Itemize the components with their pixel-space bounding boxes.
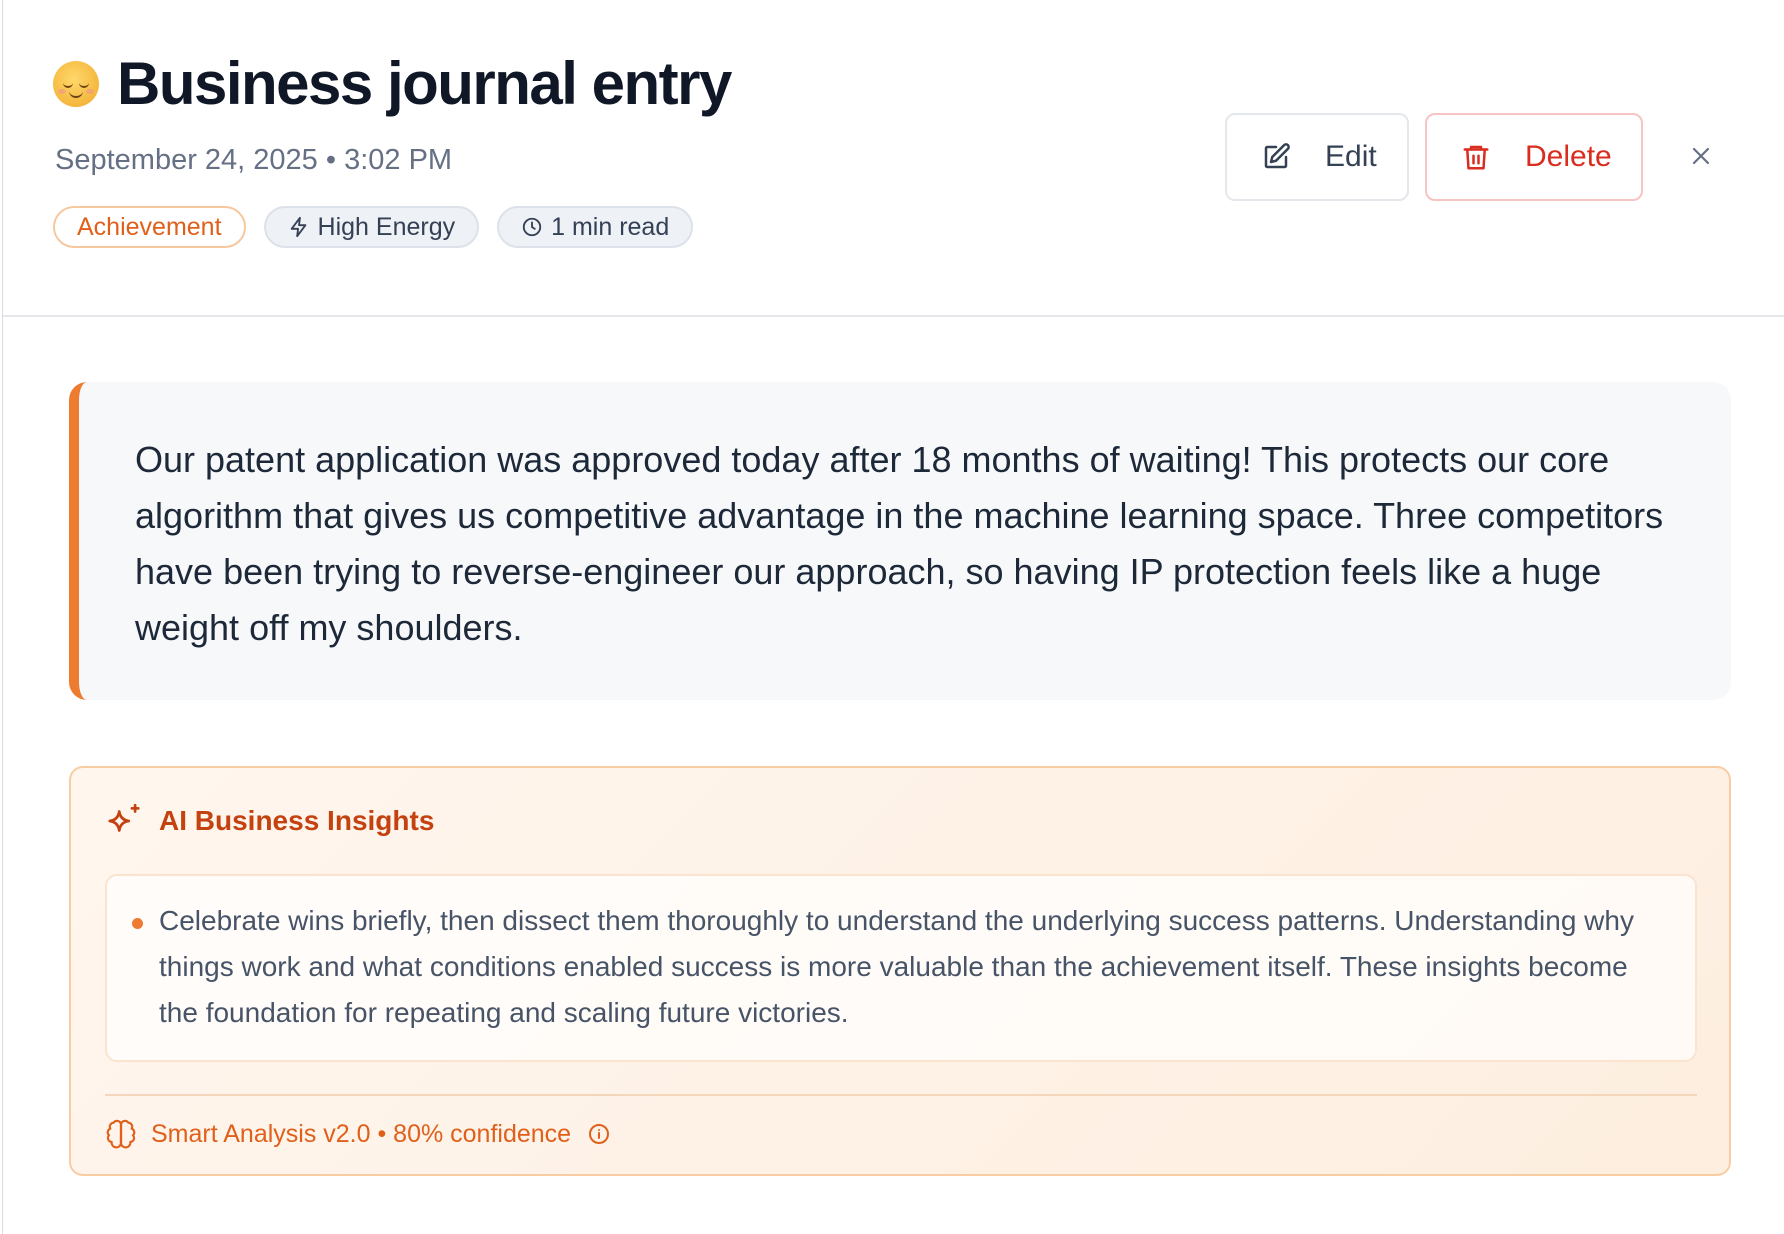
entry-date-time: September 24, 2025 • 3:02 PM bbox=[55, 144, 453, 176]
trash-icon bbox=[1463, 145, 1489, 170]
sparkles-icon bbox=[108, 803, 140, 832]
insights-footer: Smart Analysis v2.0 • 80% confidence bbox=[105, 1118, 611, 1150]
bullet-dot bbox=[132, 918, 143, 929]
lightning-icon bbox=[290, 216, 306, 238]
info-icon[interactable] bbox=[587, 1122, 611, 1146]
insights-header: AI Business Insights bbox=[105, 802, 434, 840]
delete-button[interactable]: Delete bbox=[1425, 113, 1643, 201]
tag-energy: High Energy bbox=[263, 206, 480, 248]
relieved-face-icon bbox=[53, 61, 99, 107]
tag-label: Achievement bbox=[77, 212, 222, 241]
clock-icon bbox=[522, 217, 542, 237]
page-title: Business journal entry bbox=[117, 50, 732, 117]
tag-list: Achievement High Energy 1 min read bbox=[53, 206, 694, 248]
close-button[interactable] bbox=[1683, 138, 1719, 174]
tag-label: High Energy bbox=[317, 212, 456, 241]
title-row: Business journal entry bbox=[53, 48, 732, 120]
tag-achievement: Achievement bbox=[53, 206, 246, 248]
insight-text: Celebrate wins briefly, then dissect the… bbox=[159, 905, 1634, 1028]
modal-header: Business journal entry September 24, 202… bbox=[3, 0, 1784, 317]
entry-body: Our patent application was approved toda… bbox=[69, 382, 1731, 700]
analysis-meta: Smart Analysis v2.0 • 80% confidence bbox=[151, 1119, 572, 1148]
edit-button-label: Edit bbox=[1325, 140, 1377, 173]
brain-icon bbox=[106, 1119, 136, 1149]
close-icon bbox=[1692, 147, 1710, 165]
header-actions: Edit Delete bbox=[1225, 113, 1643, 201]
insights-title: AI Business Insights bbox=[159, 805, 435, 836]
delete-button-label: Delete bbox=[1525, 140, 1612, 173]
ai-insights-panel: AI Business Insights Celebrate wins brie… bbox=[69, 766, 1731, 1176]
tag-label: 1 min read bbox=[551, 212, 670, 241]
insight-item: Celebrate wins briefly, then dissect the… bbox=[105, 874, 1697, 1062]
edit-icon bbox=[1264, 143, 1290, 169]
edit-button[interactable]: Edit bbox=[1225, 113, 1409, 201]
journal-entry-modal: Business journal entry September 24, 202… bbox=[2, 0, 1784, 1234]
divider bbox=[105, 1094, 1697, 1096]
entry-text: Our patent application was approved toda… bbox=[135, 439, 1664, 648]
tag-read-time: 1 min read bbox=[497, 206, 694, 248]
